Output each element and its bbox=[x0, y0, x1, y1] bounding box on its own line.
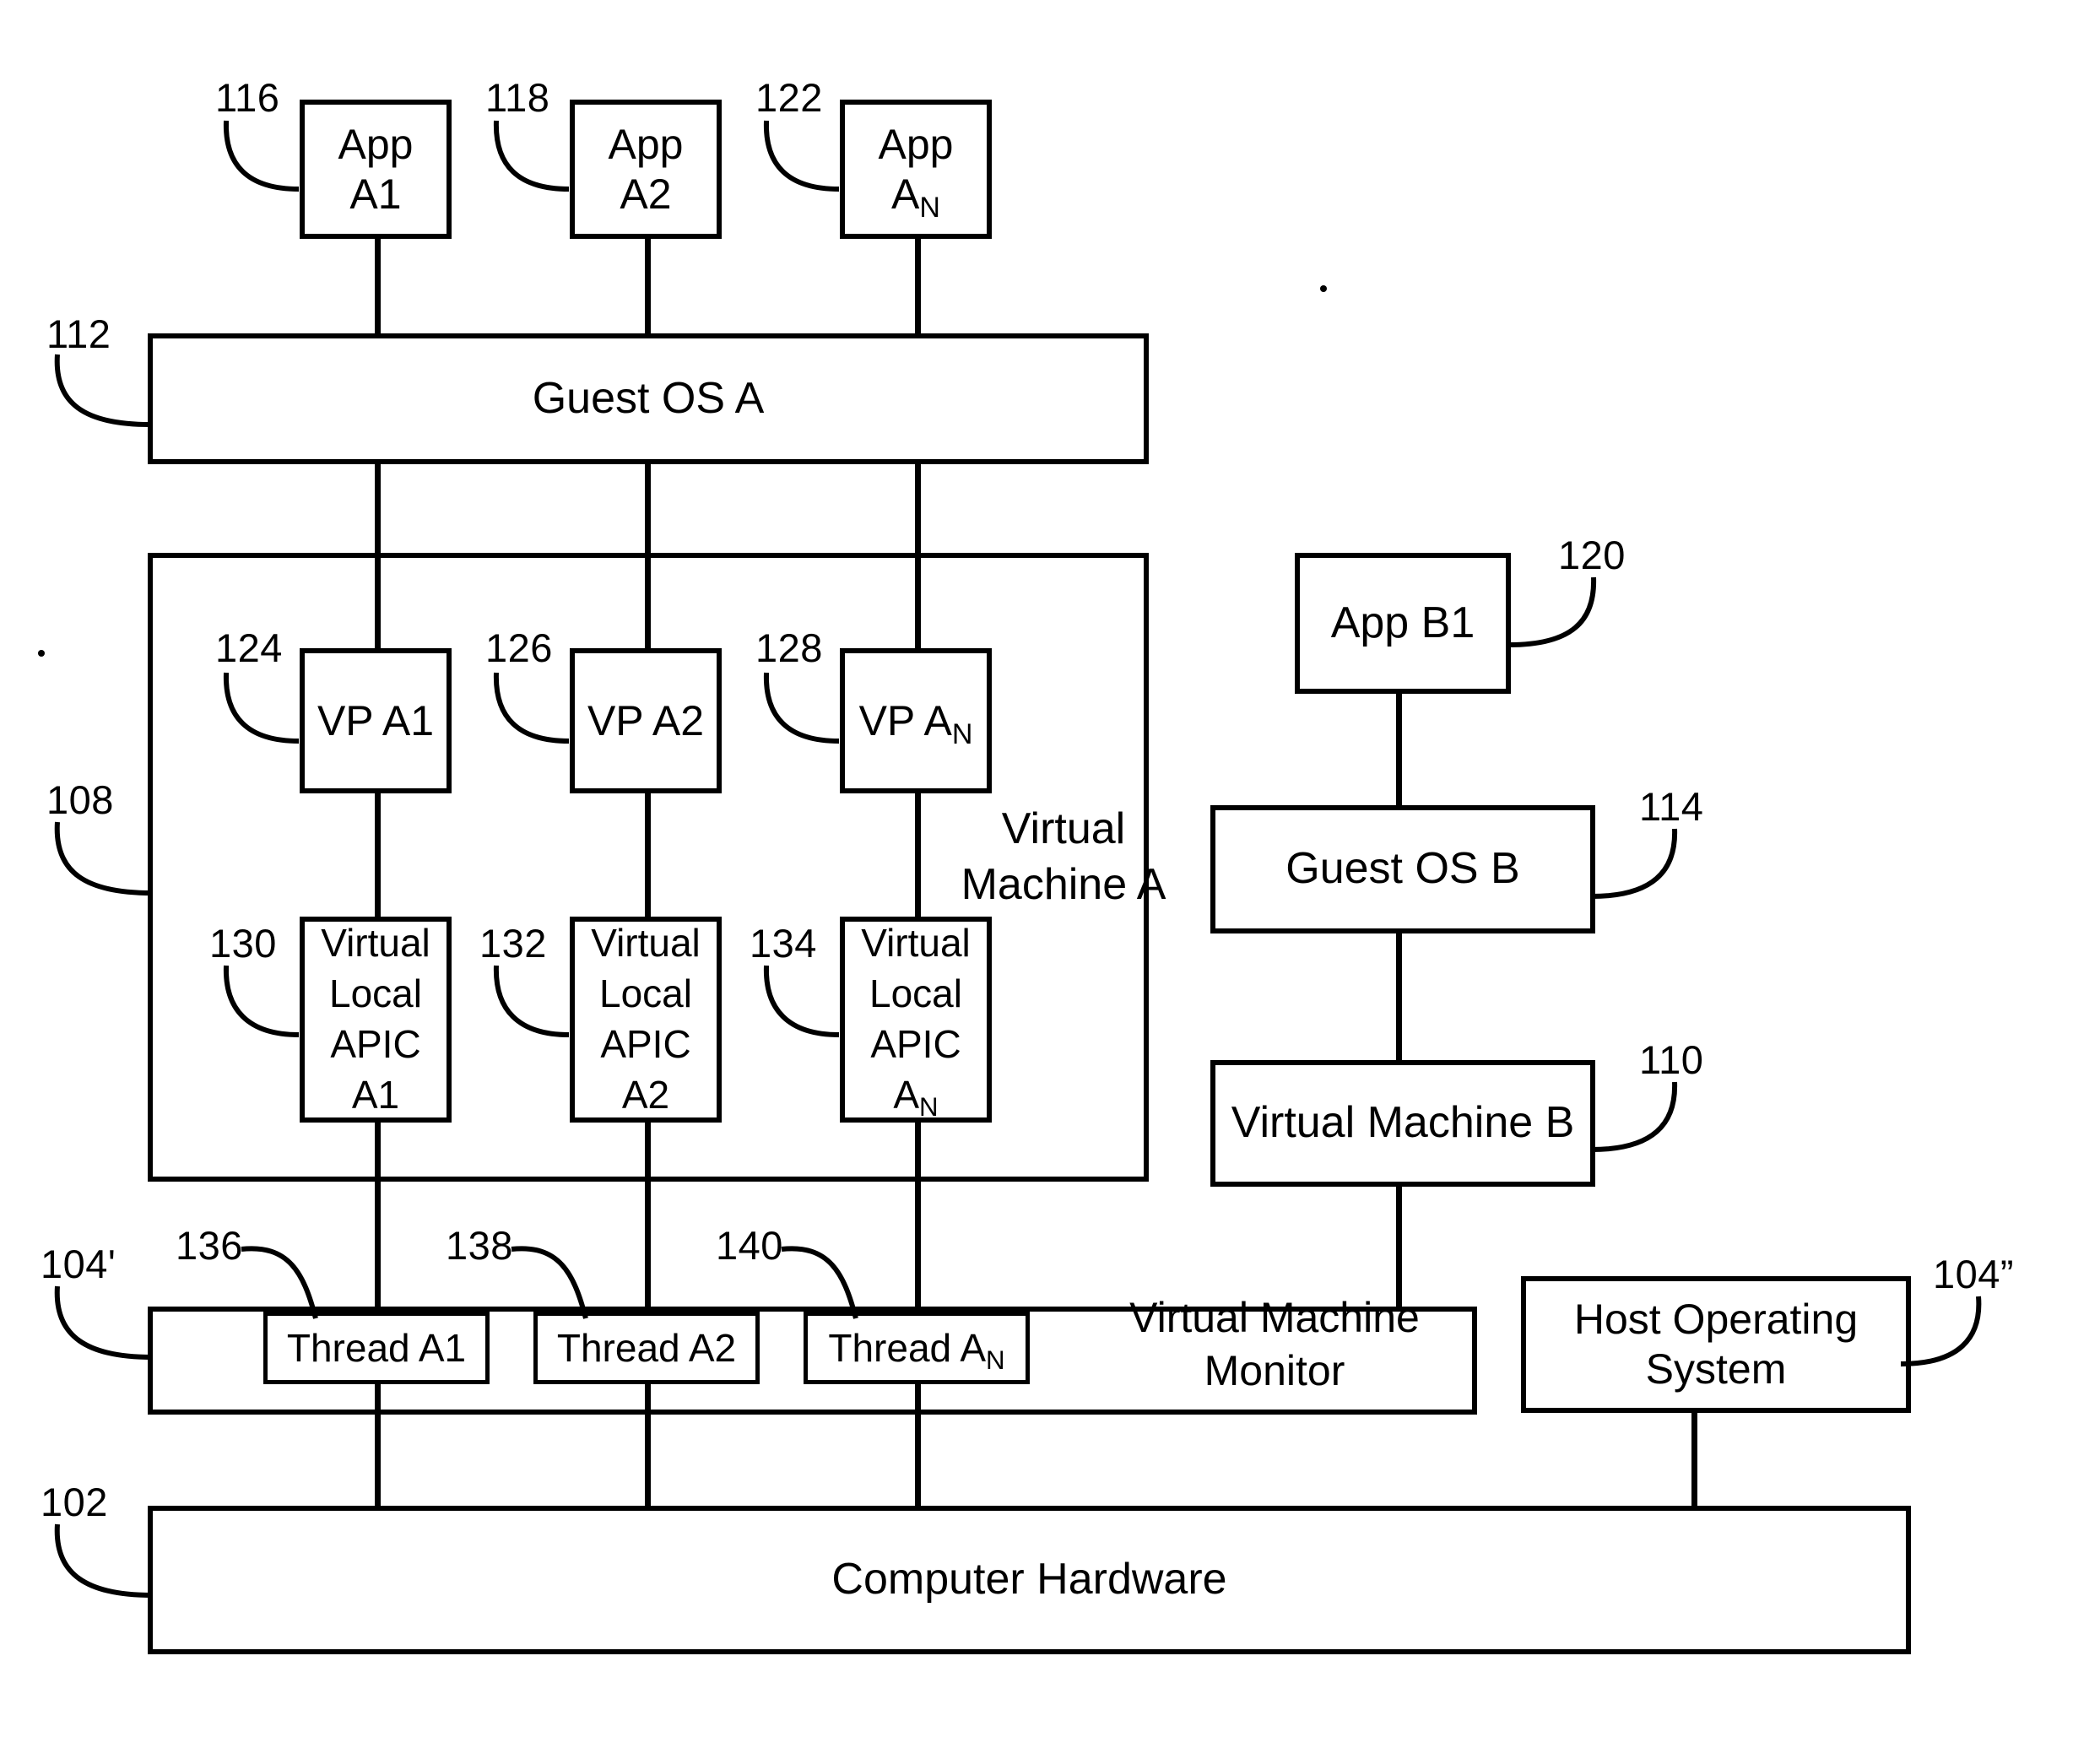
ref-140: 140 bbox=[716, 1223, 783, 1268]
leader-122 bbox=[763, 120, 840, 192]
thread-a1-label: Thread A1 bbox=[286, 1325, 467, 1370]
leader-104-prime bbox=[54, 1285, 153, 1360]
ref-102: 102 bbox=[41, 1480, 108, 1524]
thread-an-subscript: N bbox=[986, 1345, 1005, 1376]
guest-os-b-label: Guest OS B bbox=[1285, 844, 1520, 894]
app-a2-box[interactable]: App A2 bbox=[570, 100, 722, 239]
host-operating-system-box[interactable]: Host Operating System bbox=[1521, 1276, 1911, 1413]
apic-an-subscript: N bbox=[919, 1092, 939, 1123]
guest-os-b-box[interactable]: Guest OS B bbox=[1210, 805, 1595, 933]
app-a1-label: App A1 bbox=[338, 120, 414, 218]
leader-120 bbox=[1508, 576, 1597, 647]
vp-an-box[interactable]: VP AN bbox=[840, 648, 992, 793]
ref-132: 132 bbox=[479, 921, 547, 966]
ref-134: 134 bbox=[750, 921, 817, 966]
connector-app-an-to-guest-os-a bbox=[915, 236, 921, 333]
connector-app-b1-to-guest-os-b bbox=[1396, 694, 1402, 805]
leader-116 bbox=[223, 120, 300, 192]
thread-an-label: Thread AN bbox=[828, 1325, 1005, 1376]
ref-128: 128 bbox=[755, 625, 823, 670]
leader-118 bbox=[493, 120, 570, 192]
virtual-local-apic-a1-box[interactable]: Virtual Local APIC A1 bbox=[300, 917, 452, 1123]
print-speck bbox=[1320, 285, 1327, 292]
vp-an-label: VP AN bbox=[858, 696, 973, 750]
vp-a2-box[interactable]: VP A2 bbox=[570, 648, 722, 793]
app-b1-box[interactable]: App B1 bbox=[1295, 553, 1511, 694]
virtual-local-apic-a2-label: Virtual Local APIC A2 bbox=[591, 921, 701, 1117]
computer-hardware-box[interactable]: Computer Hardware bbox=[148, 1506, 1911, 1654]
guest-os-a-box[interactable]: Guest OS A bbox=[148, 333, 1149, 464]
vp-a1-box[interactable]: VP A1 bbox=[300, 648, 452, 793]
thread-a2-box[interactable]: Thread A2 bbox=[533, 1312, 760, 1384]
connector-guest-os-b-to-vm-b bbox=[1396, 932, 1402, 1063]
virtual-local-apic-an-box[interactable]: Virtual Local APIC AN bbox=[840, 917, 992, 1123]
app-an-subscript: N bbox=[919, 191, 940, 224]
ref-130: 130 bbox=[209, 921, 277, 966]
virtual-local-apic-a2-box[interactable]: Virtual Local APIC A2 bbox=[570, 917, 722, 1123]
host-operating-system-label: Host Operating System bbox=[1573, 1296, 1859, 1393]
virtual-machine-monitor-caption: Virtual Machine Monitor bbox=[1129, 1294, 1420, 1394]
app-an-label: App AN bbox=[878, 120, 954, 224]
vp-a1-label: VP A1 bbox=[317, 696, 435, 744]
leader-102 bbox=[54, 1523, 153, 1598]
ref-104-double-prime: 104” bbox=[1933, 1252, 2015, 1296]
ref-104-prime: 104' bbox=[41, 1242, 116, 1286]
ref-122: 122 bbox=[755, 75, 823, 120]
ref-108: 108 bbox=[46, 777, 114, 822]
virtual-machine-b-box[interactable]: Virtual Machine B bbox=[1210, 1060, 1595, 1187]
leader-110 bbox=[1591, 1081, 1678, 1152]
leader-108 bbox=[54, 821, 153, 896]
ref-120: 120 bbox=[1558, 533, 1626, 577]
ref-118: 118 bbox=[485, 75, 550, 120]
vp-an-subscript: N bbox=[951, 717, 973, 750]
connector-guest-os-a-to-vm-a bbox=[915, 463, 921, 555]
ref-112: 112 bbox=[46, 311, 111, 356]
ref-138: 138 bbox=[446, 1223, 513, 1268]
virtual-local-apic-an-label: Virtual Local APIC AN bbox=[861, 921, 971, 1123]
connector-vm-b-to-vmm bbox=[1396, 1185, 1402, 1308]
leader-112 bbox=[54, 354, 151, 427]
print-speck bbox=[38, 650, 45, 657]
connector-guest-os-a-to-vm-a bbox=[375, 463, 381, 555]
leader-104-double-prime bbox=[1900, 1296, 1982, 1366]
computer-hardware-label: Computer Hardware bbox=[831, 1555, 1227, 1604]
app-b1-label: App B1 bbox=[1330, 598, 1475, 647]
thread-a2-label: Thread A2 bbox=[556, 1325, 737, 1370]
ref-136: 136 bbox=[176, 1223, 243, 1268]
app-a2-label: App A2 bbox=[608, 120, 684, 218]
ref-114: 114 bbox=[1639, 784, 1704, 829]
leader-114 bbox=[1591, 828, 1678, 899]
app-a1-box[interactable]: App A1 bbox=[300, 100, 452, 239]
ref-110: 110 bbox=[1639, 1037, 1704, 1082]
connector-app-a1-to-guest-os-a bbox=[375, 236, 381, 333]
connector-guest-os-a-to-vm-a bbox=[645, 463, 651, 555]
app-an-box[interactable]: App AN bbox=[840, 100, 992, 239]
virtual-machine-a-caption: Virtual Machine A bbox=[961, 804, 1166, 909]
virtual-machine-b-label: Virtual Machine B bbox=[1231, 1098, 1575, 1148]
ref-116: 116 bbox=[215, 75, 280, 120]
thread-an-box[interactable]: Thread AN bbox=[804, 1312, 1030, 1384]
connector-host-os-to-hardware bbox=[1691, 1403, 1697, 1507]
vp-a2-label: VP A2 bbox=[587, 696, 705, 744]
patent-figure-canvas: App A1 App A2 App AN 116 118 122 Guest O… bbox=[0, 0, 2100, 1737]
guest-os-a-label: Guest OS A bbox=[532, 373, 765, 423]
thread-a1-box[interactable]: Thread A1 bbox=[263, 1312, 490, 1384]
ref-126: 126 bbox=[485, 625, 553, 670]
connector-app-a2-to-guest-os-a bbox=[645, 236, 651, 333]
virtual-local-apic-a1-label: Virtual Local APIC A1 bbox=[321, 921, 430, 1117]
ref-124: 124 bbox=[215, 625, 283, 670]
